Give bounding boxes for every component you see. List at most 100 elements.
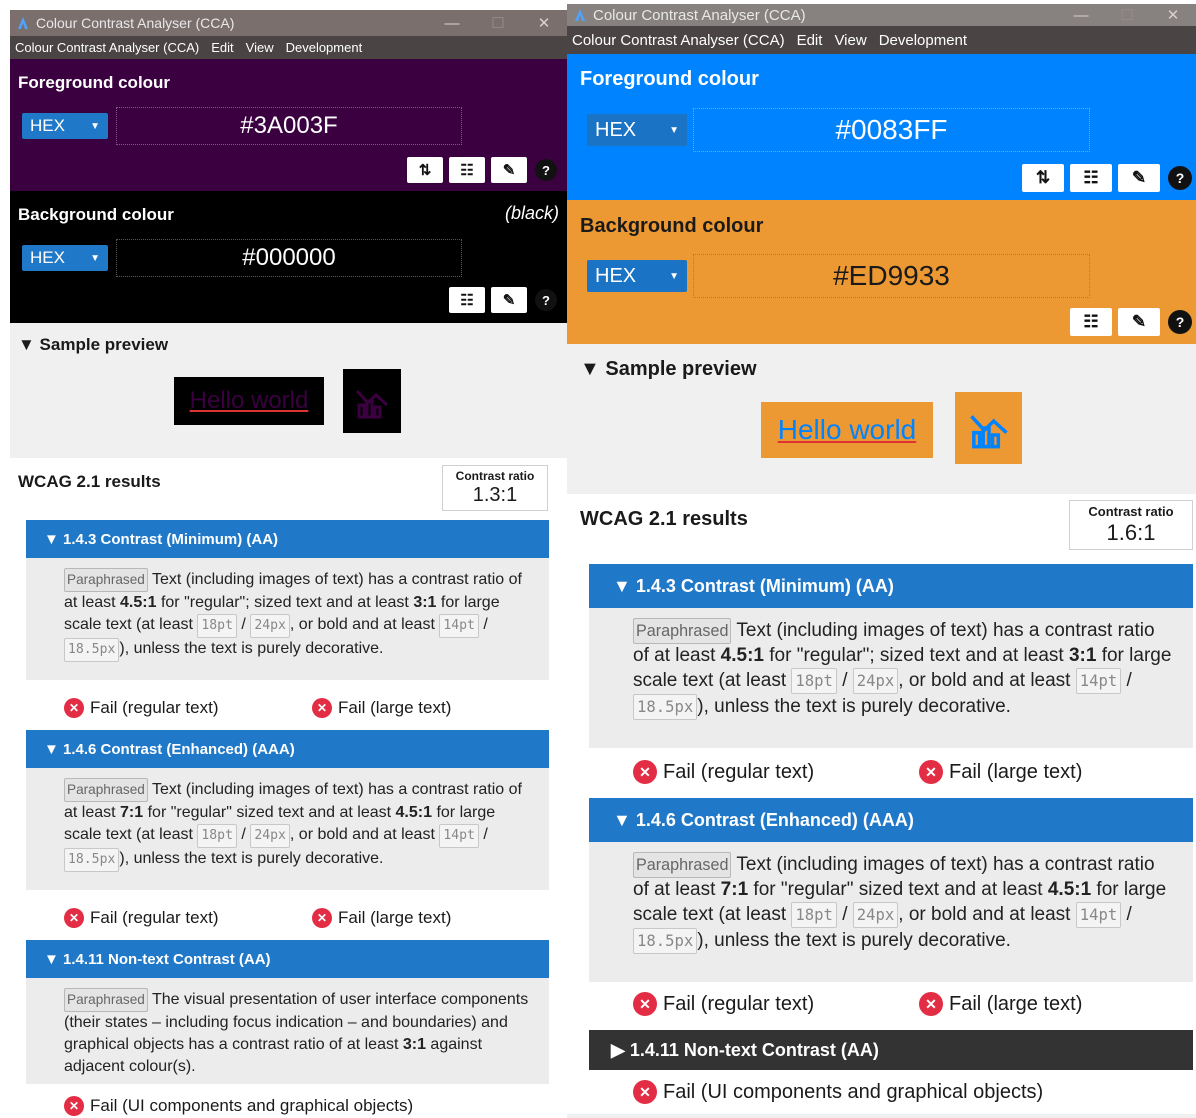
background-hex-input[interactable]: #ED9933 [693, 254, 1090, 298]
criterion-1-4-11-header[interactable]: ▶ 1.4.11 Non-text Contrast (AA) [589, 1030, 1193, 1070]
criterion-1-4-6-header[interactable]: ▼ 1.4.6 Contrast (Enhanced) (AAA) [589, 798, 1193, 842]
size-14pt: 14pt [439, 614, 479, 638]
close-button[interactable]: ✕ [1150, 6, 1196, 24]
foreground-format-select[interactable]: HEX ▼ [587, 114, 687, 146]
help-icon[interactable]: ? [533, 157, 559, 183]
size-24px: 24px [852, 902, 899, 928]
desc-text: ), unless the text is purely decorative. [119, 640, 384, 657]
maximize-button[interactable]: ☐ [1104, 6, 1150, 24]
cca-window-left: Colour Contrast Analyser (CCA) — ☐ ✕ Col… [10, 10, 567, 1118]
paraphrased-tag: Paraphrased [64, 778, 148, 802]
help-icon[interactable]: ? [1166, 164, 1194, 192]
desc-text: ), unless the text is purely decorative. [697, 696, 1011, 717]
foreground-title: Foreground colour [580, 68, 759, 90]
criterion-1-4-11-description: Paraphrased The visual presentation of u… [26, 978, 549, 1084]
eyedropper-icon[interactable]: ✎ [491, 287, 527, 313]
sample-preview-toggle[interactable]: ▼ Sample preview [580, 358, 757, 381]
foreground-format-select[interactable]: HEX ▼ [22, 113, 108, 139]
criterion-1-4-6-header[interactable]: ▼ 1.4.6 Contrast (Enhanced) (AAA) [26, 730, 549, 768]
sliders-icon[interactable]: ☷ [1070, 308, 1112, 336]
desc-bold: 4.5:1 [120, 594, 157, 611]
separator: / [483, 826, 488, 843]
sliders-icon[interactable]: ☷ [1070, 164, 1112, 192]
background-hex-input[interactable]: #000000 [116, 239, 462, 277]
fail-icon: ✕ [633, 992, 657, 1016]
title-bar[interactable]: Colour Contrast Analyser (CCA) — ☐ ✕ [567, 4, 1196, 26]
fail-label: Fail (large text) [338, 908, 452, 927]
sample-preview-toggle[interactable]: ▼ Sample preview [18, 335, 168, 355]
contrast-ratio-box: Contrast ratio 1.3:1 [442, 465, 548, 511]
separator: / [483, 616, 488, 633]
app-icon [575, 9, 585, 21]
help-icon[interactable]: ? [533, 287, 559, 313]
size-24px: 24px [250, 614, 290, 638]
criterion-1-4-3-header[interactable]: ▼ 1.4.3 Contrast (Minimum) (AA) [26, 520, 549, 558]
fail-label: Fail (large text) [949, 992, 1083, 1015]
menu-app[interactable]: Colour Contrast Analyser (CCA) [10, 40, 205, 55]
wcag-results-title: WCAG 2.1 results [580, 508, 748, 530]
swap-icon[interactable]: ⇅ [407, 157, 443, 183]
title-bar[interactable]: Colour Contrast Analyser (CCA) — ☐ ✕ [10, 10, 567, 36]
size-24px: 24px [250, 824, 290, 848]
menu-edit[interactable]: Edit [205, 40, 239, 55]
help-icon[interactable]: ? [1166, 308, 1194, 336]
background-title: Background colour [580, 215, 764, 237]
size-18pt: 18pt [197, 614, 237, 638]
desc-bold: 4.5:1 [395, 804, 432, 821]
fail-icon: ✕ [312, 698, 332, 718]
background-hex-value: #ED9933 [833, 260, 950, 291]
chevron-down-icon: ▼ [669, 124, 679, 136]
eyedropper-icon[interactable]: ✎ [491, 157, 527, 183]
menu-app[interactable]: Colour Contrast Analyser (CCA) [567, 32, 791, 49]
swap-icon[interactable]: ⇅ [1022, 164, 1064, 192]
desc-bold: 3:1 [402, 1036, 426, 1053]
minimize-button[interactable]: — [1058, 7, 1104, 24]
chevron-down-icon: ▼ [669, 270, 679, 282]
desc-bold: 3:1 [1068, 645, 1097, 666]
minimize-button[interactable]: — [429, 15, 475, 32]
menu-development[interactable]: Development [873, 32, 973, 49]
separator: / [842, 670, 848, 691]
sliders-icon[interactable]: ☷ [449, 157, 485, 183]
background-format-select[interactable]: HEX ▼ [587, 260, 687, 292]
menu-view[interactable]: View [240, 40, 280, 55]
criterion-1-4-3-header[interactable]: ▼ 1.4.3 Contrast (Minimum) (AA) [589, 564, 1193, 608]
format-label: HEX [30, 248, 65, 267]
fail-icon: ✕ [64, 908, 84, 928]
foreground-hex-input[interactable]: #0083FF [693, 108, 1090, 152]
paraphrased-tag: Paraphrased [64, 988, 148, 1012]
size-18-5px: 18.5px [64, 638, 120, 662]
fail-icon: ✕ [312, 908, 332, 928]
menu-edit[interactable]: Edit [791, 32, 829, 49]
background-panel: Background colour (black) HEX ▼ #000000 … [10, 191, 567, 323]
desc-bold: 3:1 [413, 594, 437, 611]
close-button[interactable]: ✕ [521, 14, 567, 32]
sample-preview-section: ▼ Sample preview Hello world [567, 344, 1196, 494]
menu-view[interactable]: View [828, 32, 872, 49]
sample-text-preview: Hello world [761, 402, 933, 458]
contrast-ratio-label: Contrast ratio [455, 469, 535, 483]
fail-icon: ✕ [633, 1080, 657, 1104]
eyedropper-icon[interactable]: ✎ [1118, 164, 1160, 192]
menu-development[interactable]: Development [280, 40, 369, 55]
chevron-down-icon: ▼ [90, 120, 100, 132]
criterion-1-4-3-description: Paraphrased Text (including images of te… [26, 558, 549, 680]
background-format-select[interactable]: HEX ▼ [22, 245, 108, 271]
format-label: HEX [30, 116, 65, 135]
fail-icon: ✕ [64, 1096, 84, 1116]
sliders-icon[interactable]: ☷ [449, 287, 485, 313]
desc-bold: 7:1 [720, 879, 749, 900]
foreground-panel: Foreground colour HEX ▼ #3A003F ⇅ ☷ ✎ ? [10, 59, 567, 191]
desc-text: for "regular" sized text and at least [748, 879, 1048, 900]
result-1-4-11-ui: ✕ Fail (UI components and graphical objec… [633, 1080, 1043, 1104]
wcag-results-title: WCAG 2.1 results [18, 472, 161, 491]
maximize-button[interactable]: ☐ [475, 14, 521, 32]
app-icon [18, 17, 28, 29]
criterion-1-4-11-header[interactable]: ▼ 1.4.11 Non-text Contrast (AA) [26, 940, 549, 978]
foreground-title: Foreground colour [18, 73, 171, 92]
foreground-hex-input[interactable]: #3A003F [116, 107, 462, 145]
eyedropper-icon[interactable]: ✎ [1118, 308, 1160, 336]
window-title: Colour Contrast Analyser (CCA) [593, 6, 806, 24]
size-18pt: 18pt [791, 902, 837, 928]
fail-icon: ✕ [64, 698, 84, 718]
